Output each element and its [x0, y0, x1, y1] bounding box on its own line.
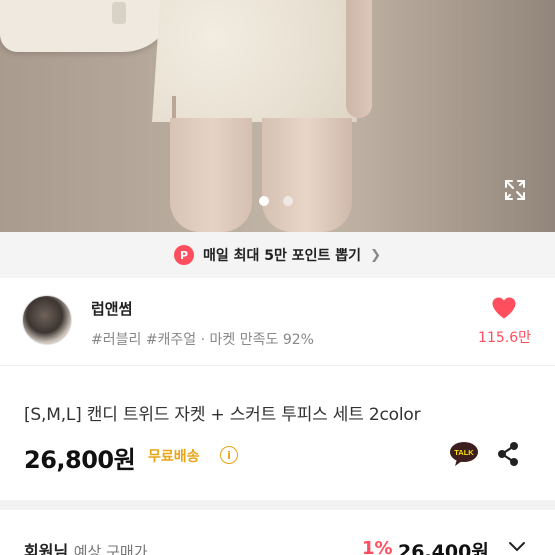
member-price-label: 회원님 예상 구매가: [24, 538, 148, 555]
kakaotalk-icon[interactable]: TALK: [449, 441, 479, 467]
seller-name[interactable]: 럽앤썸: [91, 298, 132, 319]
photo-arm: [346, 0, 372, 118]
member-sublabel: 예상 구매가: [73, 543, 148, 555]
photo-bag: [0, 0, 175, 52]
points-banner-text: 매일 최대 5만 포인트 뽑기: [203, 248, 362, 264]
photo-bag-clasp: [112, 2, 126, 24]
product-image-carousel[interactable]: [0, 0, 555, 232]
section-divider: [0, 500, 555, 510]
chevron-down-icon[interactable]: [508, 540, 526, 554]
expand-icon[interactable]: [503, 178, 527, 202]
member-discount: 1%: [362, 538, 393, 555]
seller-avatar[interactable]: [22, 295, 72, 345]
seller-section[interactable]: 럽앤썸 #러블리 #캐주얼 · 마켓 만족도 92% 115.6만: [0, 278, 555, 366]
photo-skirt: [152, 0, 357, 122]
points-banner[interactable]: P 매일 최대 5만 포인트 뽑기 ❯: [0, 232, 555, 278]
svg-text:TALK: TALK: [454, 448, 474, 457]
chevron-right-icon: ❯: [370, 247, 381, 263]
carousel-indicator: [259, 196, 293, 206]
point-badge-icon: P: [174, 245, 195, 265]
seller-tags-satisfaction: #러블리 #캐주얼 · 마켓 만족도 92%: [91, 332, 314, 348]
product-price: 26,800원: [24, 446, 136, 474]
member-label: 회원님: [24, 542, 69, 555]
carousel-dot[interactable]: [283, 196, 293, 206]
member-price: 26,400원: [398, 541, 489, 555]
product-title: [S,M,L] 캔디 트위드 자켓 + 스커트 투피스 세트 2color: [24, 405, 421, 425]
share-icon[interactable]: [496, 441, 520, 467]
info-icon[interactable]: i: [220, 446, 238, 464]
free-shipping-label: 무료배송: [148, 449, 200, 465]
like-count: 115.6만: [478, 330, 531, 346]
photo-leg-left: [170, 118, 252, 232]
carousel-dot-active[interactable]: [259, 196, 269, 206]
photo-leg-right: [262, 118, 352, 232]
heart-icon[interactable]: [491, 296, 517, 320]
